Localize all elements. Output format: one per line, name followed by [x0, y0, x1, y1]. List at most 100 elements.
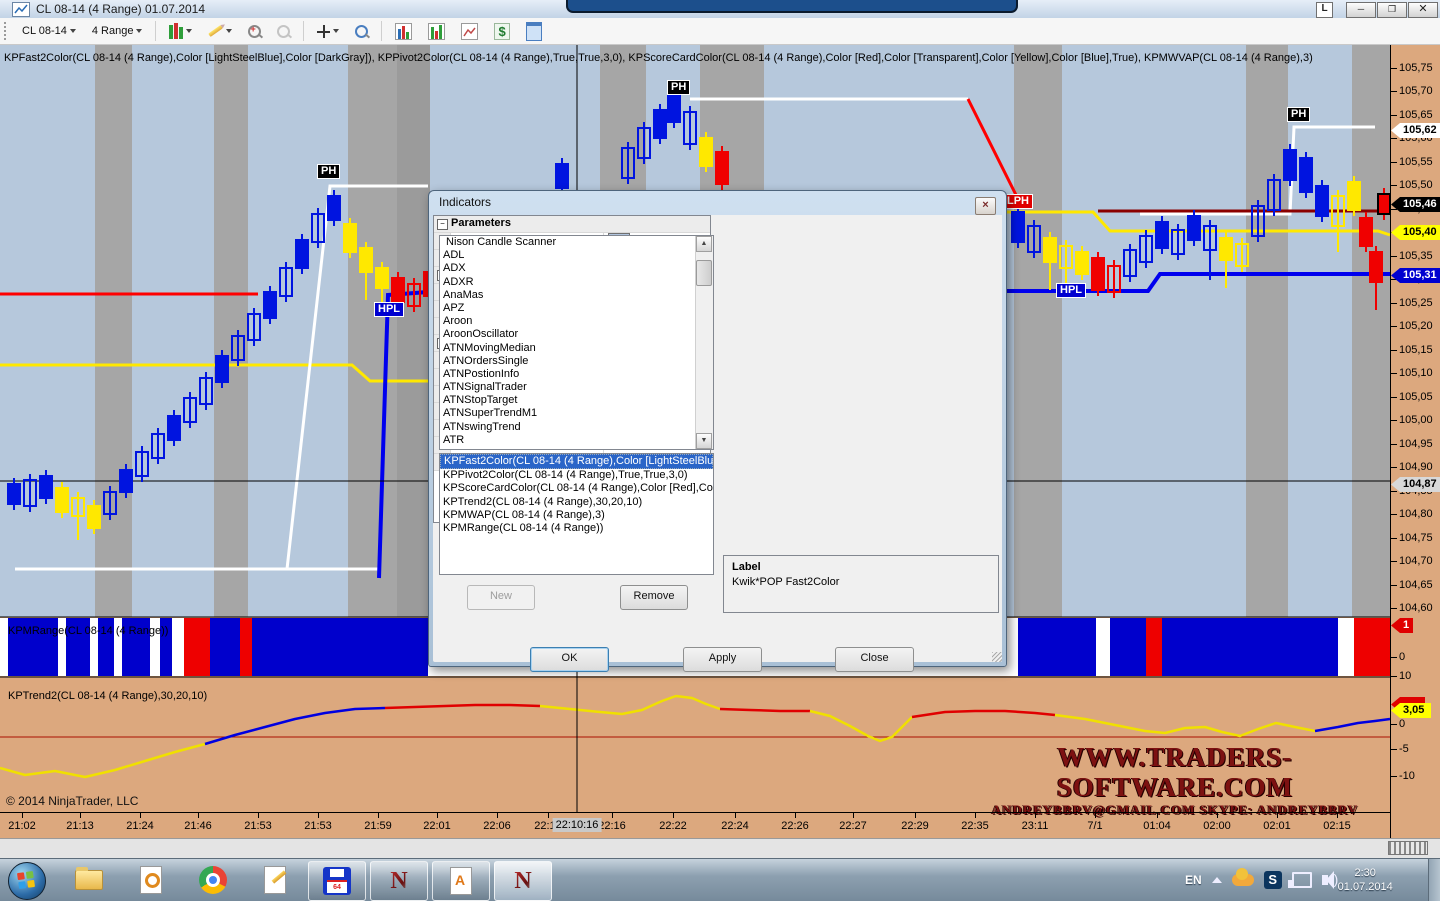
remove-button[interactable]: Remove	[620, 585, 688, 610]
time-tick	[853, 813, 854, 818]
interval-selector[interactable]: 4 Range	[86, 22, 149, 40]
chevron-down-icon	[186, 29, 192, 33]
chart-horizontal-scrollbar[interactable]	[1388, 841, 1428, 855]
cloud-tray-icon[interactable]	[1232, 874, 1254, 886]
drawing-tools-button[interactable]	[202, 26, 238, 36]
kpmrange-panel-label: KPMRange(CL 08-14 (4 Range))	[8, 625, 168, 637]
taskbar-ninjatrader-active-button[interactable]: N	[494, 861, 552, 901]
applied-indicator-item[interactable]: KPMRange(CL 08-14 (4 Range))	[440, 522, 713, 535]
indicator-list-item[interactable]: ADX	[440, 262, 713, 275]
volume-tray-icon[interactable]	[1322, 875, 1328, 885]
time-tick	[1157, 813, 1158, 818]
lang-indicator-button[interactable]: L	[1316, 2, 1333, 18]
close-button[interactable]: Close	[835, 647, 914, 672]
indicator-list-item[interactable]: ATNswingTrend	[440, 421, 713, 434]
applied-indicator-item[interactable]: KPPivot2Color(CL 08-14 (4 Range),True,Tr…	[440, 469, 713, 482]
interval-label: 4 Range	[92, 25, 134, 37]
scroll-up-button[interactable]: ▲	[696, 236, 712, 252]
indicators-button[interactable]	[422, 20, 451, 43]
instrument-selector[interactable]: CL 08-14	[16, 22, 82, 40]
language-indicator[interactable]: EN	[1185, 873, 1202, 887]
data-series-button[interactable]	[389, 20, 418, 43]
applied-indicator-item[interactable]: KPScoreCardColor(CL 08-14 (4 Range),Colo…	[440, 482, 713, 495]
taskbar-clock[interactable]: 2:30 01.07.2014	[1338, 866, 1393, 894]
indicator-list-item[interactable]: Nison Candle Scanner	[440, 236, 713, 249]
kpmrange-stripe	[1110, 618, 1146, 676]
taskbar-search-button[interactable]	[134, 864, 168, 896]
zoom-in-button[interactable]: +	[242, 22, 267, 41]
apply-button[interactable]: Apply	[683, 647, 762, 672]
background-window-tab[interactable]	[566, 0, 1018, 13]
toolbar-grip[interactable]	[4, 22, 10, 40]
cursor-mode-button[interactable]	[311, 22, 345, 41]
price-axis[interactable]: 105,75105,70105,65105,60105,55105,50105,…	[1390, 45, 1440, 838]
pivot-label: PH	[317, 164, 340, 179]
indicator-list-item[interactable]: ADL	[440, 249, 713, 262]
taskbar-ninjatrader-button[interactable]: N	[370, 861, 428, 901]
toolbar-separator	[381, 21, 382, 41]
taskbar-chrome-button[interactable]	[196, 864, 230, 896]
minimize-button[interactable]: ─	[1346, 2, 1376, 18]
account-data-button[interactable]: $	[488, 20, 515, 43]
time-tick	[975, 813, 976, 818]
dialog-resize-grip[interactable]	[992, 652, 1002, 662]
time-tick	[1277, 813, 1278, 818]
ninjatrader-logo-icon: N	[514, 868, 531, 895]
indicator-list-item[interactable]: ADXR	[440, 276, 713, 289]
snapshot-button[interactable]	[349, 22, 374, 41]
windows-logo-icon	[17, 871, 35, 889]
new-button[interactable]: New	[467, 585, 535, 610]
zoom-out-button[interactable]	[271, 22, 296, 41]
close-window-button[interactable]: ✕	[1408, 2, 1438, 18]
indicator-list-item[interactable]: ATNSignalTrader	[440, 381, 713, 394]
indicator-list-item[interactable]: AroonOscillator	[440, 328, 713, 341]
time-label: 22:26	[781, 820, 809, 832]
available-indicators-list[interactable]: Nison Candle ScannerADLADXADXRAnaMasAPZA…	[439, 235, 714, 450]
indicator-list-item[interactable]: ATNSuperTrendM1	[440, 407, 713, 420]
scrollbar-thumb[interactable]	[696, 260, 712, 286]
time-label: 22:24	[721, 820, 749, 832]
skype-tray-icon[interactable]: S	[1264, 871, 1282, 889]
time-label: 21:59	[364, 820, 392, 832]
ok-button[interactable]: OK	[530, 647, 609, 672]
network-tray-icon[interactable]	[1292, 872, 1312, 888]
chart-style-button[interactable]	[163, 20, 198, 42]
panel-icon	[526, 22, 542, 41]
indicator-list-item[interactable]: ATNOrdersSingle	[440, 355, 713, 368]
collapse-icon[interactable]: −	[437, 219, 448, 230]
indicator-list-item[interactable]: APZ	[440, 302, 713, 315]
applied-indicator-item[interactable]: KPFast2Color(CL 08-14 (4 Range),Color [L…	[440, 454, 713, 469]
dialog-close-button[interactable]: ×	[975, 197, 996, 215]
indicator-list-item[interactable]: ATNMovingMedian	[440, 342, 713, 355]
indicator-bars-icon	[428, 23, 445, 40]
property-section-header[interactable]: −Parameters	[434, 216, 710, 233]
maximize-button[interactable]: ❐	[1377, 2, 1407, 18]
list-scrollbar[interactable]: ▲ ▼	[695, 236, 713, 449]
indicator-list-item[interactable]: ATNPostionInfo	[440, 368, 713, 381]
pencil-icon	[209, 25, 224, 37]
taskbar-document-button[interactable]: A	[432, 861, 490, 901]
indicator-list-item[interactable]: AnaMas	[440, 289, 713, 302]
panels-button[interactable]	[520, 19, 548, 44]
time-axis[interactable]: 21:0221:1321:2421:4621:5321:5321:5922:01…	[0, 812, 1390, 839]
toolbar-separator	[303, 21, 304, 41]
start-button[interactable]	[8, 862, 46, 900]
applied-indicator-item[interactable]: KPMWAP(CL 08-14 (4 Range),3)	[440, 509, 713, 522]
kptrend2-curve	[912, 711, 1055, 717]
show-desktop-button[interactable]	[1428, 859, 1440, 901]
indicator-list-item[interactable]: ATNStopTarget	[440, 394, 713, 407]
applied-indicators-list[interactable]: KPFast2Color(CL 08-14 (4 Range),Color [L…	[439, 453, 714, 575]
tray-expand-icon[interactable]	[1212, 877, 1222, 883]
line-chart-icon	[461, 23, 478, 40]
taskbar-explorer-button[interactable]	[72, 864, 106, 896]
indicator-list-item[interactable]: Aroon	[440, 315, 713, 328]
indicator-list-item[interactable]: ATR	[440, 434, 713, 447]
section-label: Parameters	[451, 216, 511, 232]
taskbar-installer-button[interactable]	[308, 861, 366, 901]
time-tick	[795, 813, 796, 818]
applied-indicator-item[interactable]: KPTrend2(CL 08-14 (4 Range),30,20,10)	[440, 496, 713, 509]
time-tick	[548, 813, 549, 818]
taskbar-notepad-button[interactable]	[258, 864, 292, 896]
chart-properties-button[interactable]	[455, 20, 484, 43]
scroll-down-button[interactable]: ▼	[696, 433, 712, 449]
